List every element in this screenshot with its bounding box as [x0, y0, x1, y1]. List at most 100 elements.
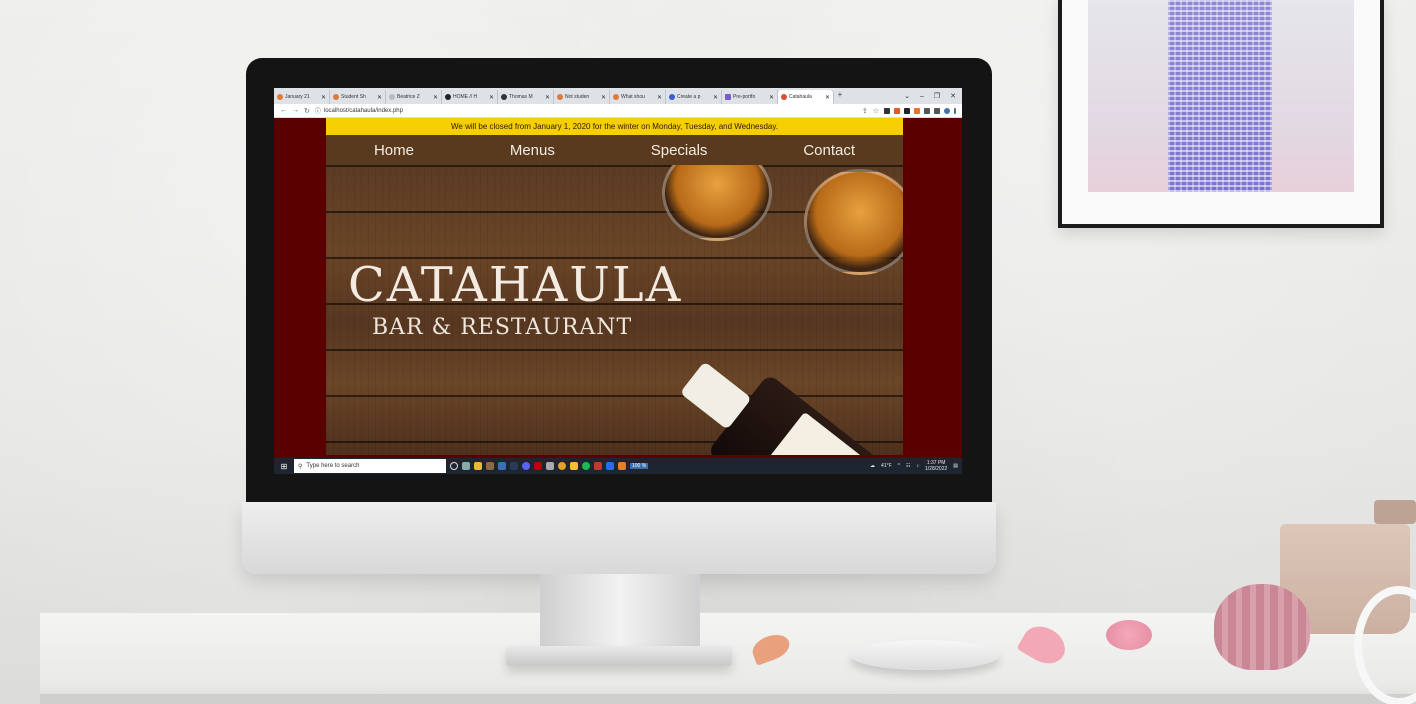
close-icon[interactable]: ✕ — [545, 94, 550, 101]
tab-label: Beatrice Z — [397, 94, 420, 100]
close-icon[interactable]: ✕ — [377, 94, 382, 101]
chevron-up-icon[interactable]: ^ — [898, 463, 900, 469]
whiskey-bottle-image — [643, 330, 903, 455]
clock-date: 1/28/2022 — [925, 466, 948, 472]
magic-mouse — [850, 640, 1000, 670]
browser-tab[interactable]: Thomas M ✕ — [498, 90, 554, 104]
app-icon[interactable] — [606, 462, 614, 470]
bookmark-star-icon[interactable]: ☆ — [873, 107, 879, 115]
browser-address-bar: ← → ↻ ⓘ localhost/catahaula/index.php ⇪ … — [274, 104, 962, 118]
browser-tab[interactable]: Create a p ✕ — [666, 90, 722, 104]
tab-favicon-icon — [781, 94, 787, 100]
new-tab-button[interactable]: + — [834, 90, 846, 104]
steam-icon[interactable] — [510, 462, 518, 470]
close-icon[interactable]: ✕ — [601, 94, 606, 101]
rose-decor — [1106, 620, 1152, 650]
app-icon[interactable] — [570, 462, 578, 470]
maximize-icon[interactable]: ❐ — [934, 92, 940, 100]
app-icon[interactable] — [594, 462, 602, 470]
browser-tab-active[interactable]: Catahaula ✕ — [778, 90, 834, 104]
close-icon[interactable]: ✕ — [713, 94, 718, 101]
app-icon[interactable] — [546, 462, 554, 470]
close-icon[interactable]: ✕ — [321, 94, 326, 101]
close-icon[interactable]: ✕ — [825, 94, 830, 101]
browser-tab[interactable]: January 21 ✕ — [274, 90, 330, 104]
nav-link-contact[interactable]: Contact — [803, 142, 855, 159]
extension-icon[interactable] — [914, 107, 920, 114]
tab-search-icon[interactable]: ⌄ — [904, 92, 910, 100]
share-icon[interactable]: ⇪ — [862, 107, 868, 115]
nav-link-home[interactable]: Home — [374, 142, 414, 159]
volume-icon[interactable]: ♪ — [917, 463, 920, 469]
window-controls: ⌄ – ❐ ✕ — [904, 88, 962, 104]
taskbar-clock[interactable]: 1:37 PM 1/28/2022 — [925, 460, 947, 472]
whiskey-glass-image — [662, 165, 772, 241]
tab-label: Thomas M — [509, 94, 533, 100]
tab-label: Student Sh — [341, 94, 366, 100]
close-icon[interactable]: ✕ — [769, 94, 774, 101]
info-icon[interactable]: ⓘ — [315, 106, 321, 115]
search-placeholder: Type here to search — [306, 463, 360, 469]
app-icon[interactable] — [498, 462, 506, 470]
cortana-icon[interactable] — [450, 462, 458, 470]
extension-icon[interactable] — [904, 107, 910, 114]
browser-tab[interactable]: Pre-portfo ✕ — [722, 90, 778, 104]
app-icon[interactable] — [486, 462, 494, 470]
forward-icon[interactable]: → — [292, 107, 299, 114]
tab-favicon-icon — [277, 94, 283, 100]
tab-favicon-icon — [669, 94, 675, 100]
discord-icon[interactable] — [522, 462, 530, 470]
file-explorer-icon[interactable] — [474, 462, 482, 470]
search-icon: ⚲ — [298, 463, 303, 470]
reload-icon[interactable]: ↻ — [304, 107, 310, 115]
browser-tab[interactable]: Beatrice Z ✕ — [386, 90, 442, 104]
extension-icon[interactable] — [894, 107, 900, 114]
closure-banner: We will be closed from January 1, 2020 f… — [326, 118, 903, 135]
monitor-stand-foot — [506, 646, 732, 666]
windows-start-icon[interactable]: ⊞ — [278, 462, 290, 471]
close-icon[interactable]: ✕ — [489, 94, 494, 101]
close-window-icon[interactable]: ✕ — [950, 92, 956, 100]
task-view-icon[interactable] — [462, 462, 470, 470]
spotify-icon[interactable] — [582, 462, 590, 470]
nav-link-specials[interactable]: Specials — [651, 142, 708, 159]
url-field[interactable]: ⓘ localhost/catahaula/index.php — [315, 106, 857, 116]
browser-tab[interactable]: HOME // H ✕ — [442, 90, 498, 104]
netflix-icon[interactable] — [534, 462, 542, 470]
zoom-indicator[interactable]: 100 % — [630, 463, 649, 469]
avatar[interactable] — [944, 107, 950, 114]
taskbar-search[interactable]: ⚲ Type here to search — [294, 459, 446, 473]
tab-favicon-icon — [333, 94, 339, 100]
close-icon[interactable]: ✕ — [433, 94, 438, 101]
menu-icon[interactable] — [954, 107, 956, 114]
extension-icon[interactable] — [884, 107, 890, 114]
tab-label: January 21 — [285, 94, 310, 100]
tab-label: Create a p — [677, 94, 701, 100]
browser-tab[interactable]: Not studen ✕ — [554, 90, 610, 104]
whiskey-glass-image — [804, 169, 903, 275]
monitor-screen: January 21 ✕ Student Sh ✕ Beatrice Z ✕ HOME… — [274, 88, 962, 474]
notifications-icon[interactable]: ▤ — [953, 463, 958, 469]
minimize-icon[interactable]: – — [920, 93, 924, 100]
puzzle-icon[interactable] — [924, 107, 930, 114]
monitor-stand — [540, 574, 700, 654]
url-text: localhost/catahaula/index.php — [323, 107, 403, 114]
extensions-bar — [884, 107, 956, 114]
weather-icon[interactable]: ☁ — [870, 463, 875, 469]
chrome-icon[interactable] — [558, 462, 566, 470]
tab-label: Not studen — [565, 94, 590, 100]
close-icon[interactable]: ✕ — [657, 94, 662, 101]
back-icon[interactable]: ← — [280, 107, 287, 114]
weather-temp[interactable]: 41°F — [881, 463, 892, 469]
network-icon[interactable]: ☷ — [906, 463, 910, 469]
nav-link-menus[interactable]: Menus — [510, 142, 555, 159]
browser-tab[interactable]: Student Sh ✕ — [330, 90, 386, 104]
tab-label: HOME // H — [453, 94, 478, 100]
browser-tab[interactable]: What shou ✕ — [610, 90, 666, 104]
system-tray: ☁ 41°F ^ ☷ ♪ 1:37 PM 1/28/2022 ▤ — [870, 460, 958, 472]
sidebar-icon[interactable] — [934, 107, 940, 114]
site-nav: Home Menus Specials Contact — [326, 135, 903, 165]
wall-art-print — [1088, 0, 1354, 192]
tab-favicon-icon — [389, 94, 395, 100]
app-icon[interactable] — [618, 462, 626, 470]
